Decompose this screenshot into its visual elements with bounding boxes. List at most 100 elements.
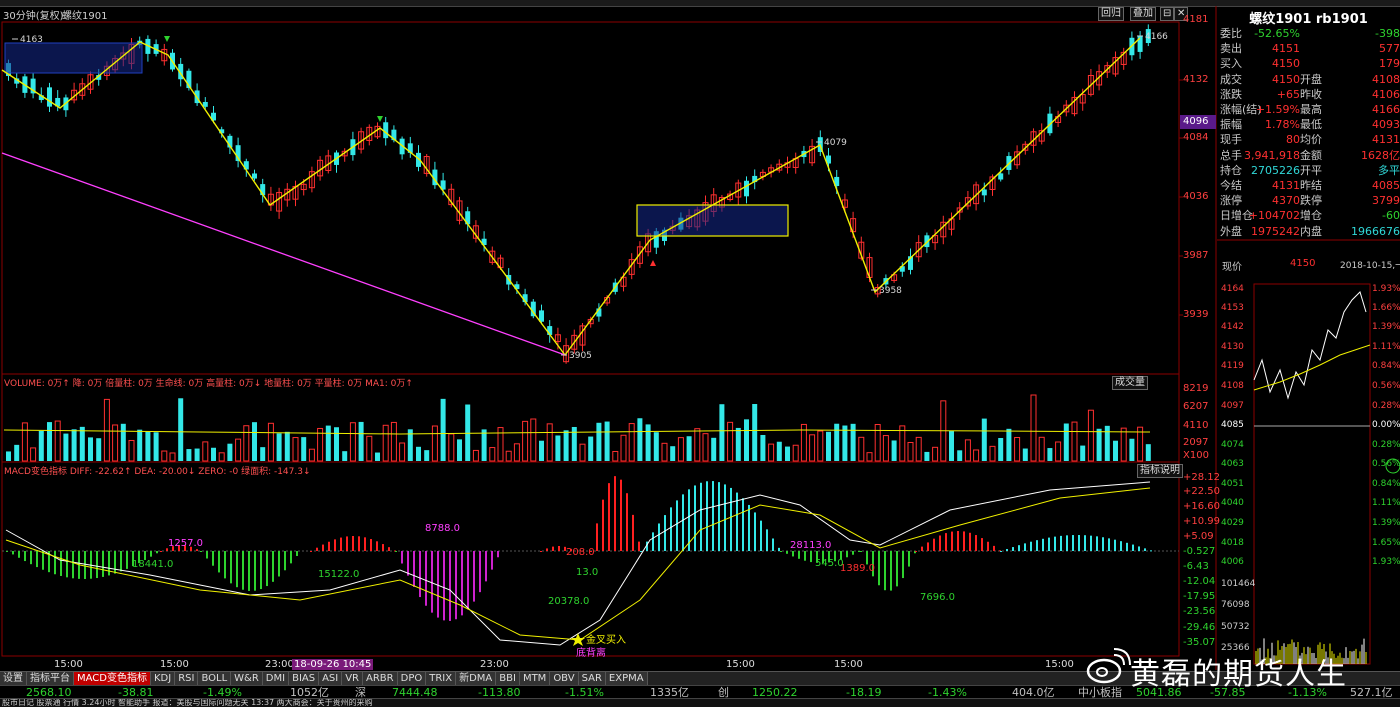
volume-ma-line <box>3 429 1151 435</box>
macd-histogram-bar <box>927 542 929 551</box>
candle-body-down <box>744 180 749 197</box>
macd-histogram-bar <box>921 546 923 551</box>
volume-bar-down <box>342 451 348 461</box>
mini-axis-left-label: 4040 <box>1221 498 1244 508</box>
volume-bar-down <box>88 437 93 461</box>
macd-histogram-bar <box>370 539 372 551</box>
volume-bar-down <box>949 430 954 461</box>
tab-indicator[interactable]: BIAS <box>289 672 320 685</box>
quote-row: 现手 80 均价 4131 <box>1217 132 1400 147</box>
tab-indicator[interactable]: TRIX <box>426 672 457 685</box>
macd-histogram-bar <box>284 551 286 571</box>
restore-button[interactable]: 回归 <box>1098 7 1124 21</box>
macd-histogram-bar <box>443 551 445 621</box>
period-label[interactable]: 30分钟(复权) <box>3 7 64 22</box>
now-price-value: 4150 <box>1290 258 1316 269</box>
quote-value: +65 <box>1276 87 1300 101</box>
quote-row: 成交 4150 开盘 4108 <box>1217 72 1400 87</box>
tab-indicator[interactable]: SAR <box>578 672 606 685</box>
volume-bar-up <box>973 449 980 462</box>
macd-histogram-bar <box>1000 551 1002 552</box>
overlay-button[interactable]: 叠加 <box>1130 7 1156 21</box>
macd-histogram-bar <box>431 551 433 613</box>
volume-bar-up <box>899 425 906 462</box>
tab-indicator[interactable]: EXPMA <box>605 672 648 685</box>
chart-header: 30分钟(复权) 螺纹1901 回归 叠加 ⊟ ✕ <box>0 6 1216 22</box>
macd-histogram-bar <box>558 546 560 551</box>
quote-value: -52.65% <box>1254 27 1300 40</box>
macd-histogram-bar <box>860 551 862 552</box>
volume-bar-up <box>366 435 373 462</box>
volume-bar-down <box>186 449 192 461</box>
tab-indicator[interactable]: ASI <box>319 672 343 685</box>
tab-indicator[interactable]: 设置 <box>0 672 27 685</box>
tab-indicator[interactable]: MACD变色指标 <box>74 672 151 685</box>
macd-histogram-bar <box>670 507 672 551</box>
tab-indicator[interactable]: W&R <box>231 672 263 685</box>
volume-bar-down <box>670 446 676 461</box>
macd-histogram-bar <box>310 551 312 552</box>
time-axis-label: 15:00 <box>834 659 863 670</box>
volume-bar-up <box>161 450 168 462</box>
mini-axis-left-label: 4164 <box>1221 284 1244 294</box>
volume-bar-down <box>1063 423 1069 461</box>
quote-key: 振幅 <box>1220 118 1242 132</box>
price-axis-label: 4036 <box>1183 191 1209 202</box>
tab-indicator[interactable]: DMI <box>262 672 290 685</box>
candles <box>6 24 1151 364</box>
minimize-icon[interactable]: ⊟ <box>1160 7 1175 21</box>
candle-body-down <box>1137 35 1143 52</box>
macd-histogram-bar <box>473 551 475 602</box>
macd-histogram-bar <box>760 520 762 551</box>
volume-bar-down <box>481 429 487 461</box>
macd-histogram-bar <box>1150 550 1152 552</box>
volume-bar-up <box>522 420 529 462</box>
macd-histogram-bar <box>24 551 26 562</box>
volume-bar-down <box>1047 448 1053 461</box>
quote-value-2: -398 <box>1375 27 1400 40</box>
time-axis-label: 18-09-26 10:45 <box>292 659 374 670</box>
quote-value-2: 4085 <box>1372 179 1400 192</box>
quote-value: 4150 <box>1272 57 1300 71</box>
volume-bar-up <box>932 446 939 462</box>
macd-area-label: 1389.0 <box>840 563 875 574</box>
quote-row: 涨停 4370 跌停 3799 <box>1217 193 1400 208</box>
macd-histogram-bar <box>382 544 384 551</box>
tab-indicator[interactable]: DPO <box>397 672 427 685</box>
tab-indicator[interactable]: BBI <box>496 672 520 685</box>
macd-histogram-bar <box>30 551 32 565</box>
tab-indicator[interactable]: 指标平台 <box>27 672 74 685</box>
volume-bar-up <box>103 398 110 462</box>
tab-indicator[interactable]: OBV <box>550 672 579 685</box>
tab-indicator[interactable]: RSI <box>175 672 199 685</box>
tab-indicator[interactable]: 新DMA <box>456 672 497 685</box>
tab-indicator[interactable]: BOLL <box>198 672 232 685</box>
indicator-help-button[interactable]: 指标说明 <box>1137 464 1183 478</box>
volume-bar-down <box>1145 444 1151 461</box>
tab-indicator[interactable]: MTM <box>519 672 551 685</box>
volume-bar-down <box>178 398 184 461</box>
mini-axis-right-label: 0.28% <box>1372 440 1400 450</box>
volume-bar-down <box>1096 428 1102 461</box>
volume-axis-label: 8219 <box>1183 383 1209 394</box>
macd-histogram-bar <box>963 531 965 551</box>
tab-indicator[interactable]: KDJ <box>150 672 176 685</box>
macd-histogram-bar <box>395 551 397 552</box>
macd-histogram-bar <box>413 551 415 587</box>
tab-indicator[interactable]: VR <box>342 672 364 685</box>
mini-axis-left-label: 4006 <box>1221 557 1244 567</box>
volume-bar-up <box>513 443 520 462</box>
quote-row: 振幅 1.78% 最低 4093 <box>1217 117 1400 132</box>
macd-histogram-bar <box>1042 538 1044 551</box>
mini-axis-right-label: 0.56% <box>1372 381 1400 391</box>
volume-bar-down <box>711 437 717 461</box>
symbol-label: 螺纹1901 <box>62 11 108 22</box>
volume-bar-down <box>96 438 102 461</box>
price-annotation: 3905 <box>569 351 592 361</box>
tab-indicator[interactable]: ARBR <box>363 672 398 685</box>
volume-dropdown[interactable]: 成交量 <box>1112 376 1148 390</box>
buy-arrow-icon <box>650 260 656 266</box>
candle-body-down <box>981 189 987 196</box>
volume-axis-label: 2097 <box>1183 437 1209 448</box>
macd-histogram-bar <box>798 551 800 559</box>
